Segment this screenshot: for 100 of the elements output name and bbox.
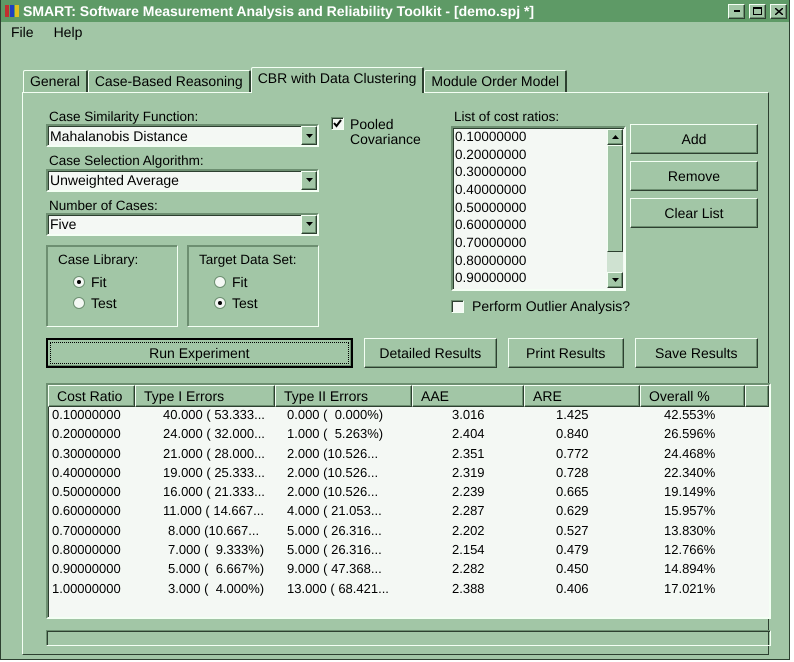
radio-button[interactable] xyxy=(73,276,85,288)
table-cell-text: 0.479 xyxy=(555,542,590,560)
close-button[interactable] xyxy=(770,4,787,18)
radio-button[interactable] xyxy=(214,296,226,309)
table-cell-text: 0.665 xyxy=(555,484,590,502)
action-button[interactable]: Detailed Results xyxy=(364,338,497,368)
table-cell-text: 0.20000000 xyxy=(51,426,122,444)
list-button[interactable]: Add xyxy=(630,124,758,154)
tab[interactable]: Case-Based Reasoning xyxy=(88,70,251,92)
action-button[interactable]: Run Experiment xyxy=(46,338,353,368)
tab[interactable]: General xyxy=(23,70,88,92)
dropdown-button[interactable] xyxy=(301,126,317,146)
table-cell-text: 1.425 xyxy=(555,407,590,424)
action-button[interactable]: Save Results xyxy=(634,338,758,368)
table-cell-text: 1.00000000 xyxy=(51,580,122,598)
column-header[interactable]: Type II Errors xyxy=(275,385,412,407)
window-title: SMART: Software Measurement Analysis and Reliability Toolkit - [demo.spj *] xyxy=(23,3,536,19)
table-cell-text: 0.90000000 xyxy=(51,561,122,578)
caret-icon xyxy=(306,178,312,182)
table-cell-text: 0.50000000 xyxy=(51,484,122,502)
table-cell-text: 0.30000000 xyxy=(51,446,122,463)
table-cell-text: 22.340% xyxy=(663,464,716,482)
dropdown[interactable]: Mahalanobis Distance xyxy=(46,124,319,148)
table-cell-text: 13.830% xyxy=(663,522,716,540)
table-cell-text: 0.40000000 xyxy=(51,464,122,482)
table-cell-text: 24.468% xyxy=(663,446,716,463)
scrollbar[interactable] xyxy=(607,129,624,288)
column-header[interactable]: Overall % xyxy=(640,385,745,407)
radio-label: Fit xyxy=(232,274,248,290)
table-cell-text: 0.772 xyxy=(555,446,590,463)
scroll-thumb[interactable] xyxy=(607,145,624,252)
table-cell-text: 1.000 ( 5.263%) xyxy=(286,426,384,444)
column-header[interactable]: ARE xyxy=(524,385,640,407)
table-cell-text: 4.000 ( 21.053... xyxy=(286,503,383,520)
table-cell-text: 9.000 ( 47.368... xyxy=(286,561,383,578)
table-cell-text: 2.287 xyxy=(451,503,486,520)
dropdown-button[interactable] xyxy=(301,214,317,234)
table-cell-text: 0.10000000 xyxy=(51,407,122,424)
table-cell-text: 2.000 (10.526... xyxy=(286,484,380,502)
list-button[interactable]: Remove xyxy=(630,161,758,191)
radio-button[interactable] xyxy=(214,276,226,288)
dropdown[interactable]: Unweighted Average xyxy=(46,168,319,192)
table-cell-text: 11.000 ( 14.667... xyxy=(162,503,265,520)
minimize-button[interactable] xyxy=(728,4,745,18)
maximize-button[interactable] xyxy=(749,4,766,18)
table-cell-text: 2.404 xyxy=(451,426,486,444)
table-cell-text: 5.000 ( 26.316... xyxy=(286,542,383,560)
tab[interactable]: Module Order Model xyxy=(424,70,568,92)
scroll-up-button[interactable] xyxy=(607,129,624,145)
list-box[interactable]: 0.10000000 0.20000000 0.30000000 0.40000000 0.50000000 0.60000000 0.70000000 0.80000000 0.90000000 xyxy=(451,126,626,291)
list-item[interactable]: 0.30000000 xyxy=(454,164,608,182)
column-header[interactable]: Cost Ratio xyxy=(48,385,135,407)
action-button[interactable]: Print Results xyxy=(508,338,624,368)
table-cell-text: 0.000 ( 0.000%) xyxy=(286,407,384,424)
group-label: Target Data Set: xyxy=(199,252,298,269)
list-item[interactable]: 0.70000000 xyxy=(454,235,608,253)
list-item[interactable]: 0.40000000 xyxy=(454,182,608,200)
tab[interactable]: CBR with Data Clustering xyxy=(250,67,424,93)
minimize-icon xyxy=(734,10,740,12)
up-arrow-icon xyxy=(612,135,619,139)
list-item[interactable]: 0.50000000 xyxy=(454,200,608,218)
table-cell-text: 19.000 ( 25.333... xyxy=(162,464,266,482)
scroll-down-button[interactable] xyxy=(607,272,624,288)
table-cell-text: 13.000 ( 68.421... xyxy=(286,580,390,598)
table-cell-text: 0.728 xyxy=(555,464,590,482)
list-item[interactable]: 0.80000000 xyxy=(454,252,608,270)
list-label: List of cost ratios: xyxy=(454,109,560,126)
table-cell-text: 15.957% xyxy=(663,503,716,520)
menu-item[interactable]: File xyxy=(11,24,34,44)
table-cell-text: 2.351 xyxy=(451,446,486,463)
table-cell-text: 24.000 ( 32.000... xyxy=(162,426,266,444)
column-header[interactable]: AAE xyxy=(412,385,524,407)
table-cell-text: 2.000 (10.526... xyxy=(286,464,380,482)
table-cell-text: 2.282 xyxy=(451,561,486,578)
radio-label: Fit xyxy=(91,274,107,290)
checkbox[interactable] xyxy=(451,300,464,313)
table-cell-text: 7.000 ( 9.333%) xyxy=(167,542,266,560)
table-cell-text: 5.000 ( 6.667%) xyxy=(167,561,266,578)
table-cell-text: 14.894% xyxy=(663,561,716,578)
app-icon xyxy=(5,5,19,17)
radio-label: Test xyxy=(232,294,258,311)
list-item[interactable]: 0.90000000 xyxy=(454,270,608,288)
list-button[interactable]: Clear List xyxy=(630,198,758,228)
table-cell-text: 8.000 (10.667... xyxy=(167,522,260,540)
dropdown-button[interactable] xyxy=(301,170,317,190)
checkbox-label: Perform Outlier Analysis? xyxy=(472,299,630,314)
menu-item[interactable]: Help xyxy=(54,24,82,44)
radio-label: Test xyxy=(91,294,117,311)
checkbox[interactable] xyxy=(331,117,344,130)
list-item[interactable]: 0.10000000 xyxy=(454,129,608,147)
list-item[interactable]: 0.20000000 xyxy=(454,146,608,164)
table-cell-text: 26.596% xyxy=(663,426,716,444)
column-header[interactable]: Type I Errors xyxy=(135,385,275,407)
maximize-icon xyxy=(753,7,762,15)
list-item[interactable]: 0.60000000 xyxy=(454,217,608,236)
dropdown[interactable]: Five xyxy=(46,212,319,236)
table-cell-text: 17.021% xyxy=(663,580,716,598)
table-cell-text: 3.000 ( 4.000%) xyxy=(167,580,266,598)
radio-button[interactable] xyxy=(73,296,85,309)
checkbox-label: Pooled Covariance xyxy=(350,117,422,147)
